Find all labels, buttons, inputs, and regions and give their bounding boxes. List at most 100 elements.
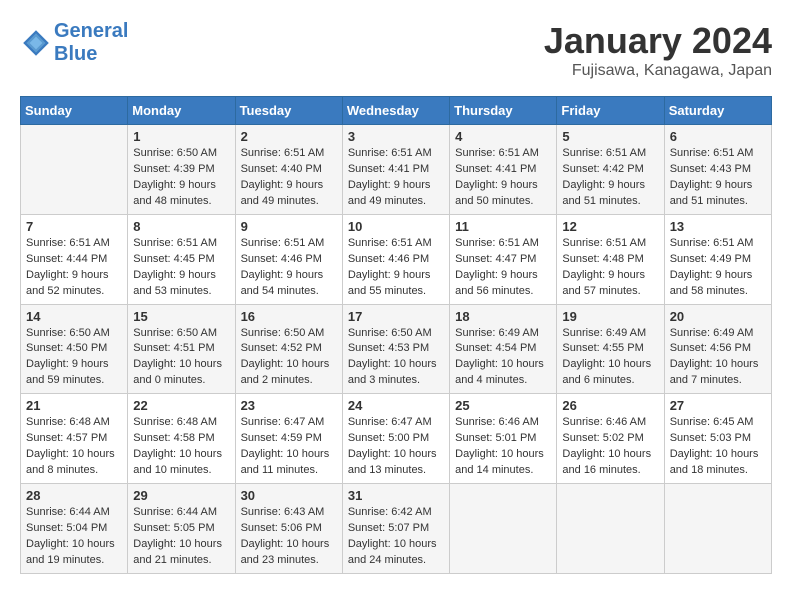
day-info: Sunrise: 6:50 AMSunset: 4:39 PMDaylight:…	[133, 146, 229, 210]
calendar-cell: 9Sunrise: 6:51 AMSunset: 4:46 PMDaylight…	[235, 214, 342, 304]
day-number: 6	[670, 129, 766, 144]
calendar-cell: 7 Sunrise: 6:51 AMSunset: 4:44 PMDaylight…	[21, 214, 128, 304]
day-number: 16	[241, 309, 337, 324]
day-info: Sunrise: 6:51 AMSunset: 4:44 PMDaylight:…	[26, 236, 122, 300]
calendar-cell: 10 Sunrise: 6:51 AMSunset: 4:46 PMDayligh…	[342, 214, 449, 304]
day-number: 7	[26, 219, 122, 234]
day-info: Sunrise: 6:51 AMSunset: 4:45 PMDaylight:…	[133, 236, 229, 300]
day-info: Sunrise: 6:45 AMSunset: 5:03 PMDaylight:…	[670, 415, 766, 479]
day-info: Sunrise: 6:49 AMSunset: 4:55 PMDaylight:…	[562, 326, 658, 390]
calendar-cell: 6 Sunrise: 6:51 AMSunset: 4:43 PMDaylight…	[664, 125, 771, 215]
day-number: 8	[133, 219, 229, 234]
logo-text: General Blue	[54, 20, 128, 66]
calendar-cell: 17 Sunrise: 6:50 AMSunset: 4:53 PMDayligh…	[342, 304, 449, 394]
day-info: Sunrise: 6:44 AMSunset: 5:04 PMDaylight:…	[26, 505, 122, 569]
day-number: 31	[348, 488, 444, 503]
day-header-wednesday: Wednesday	[342, 97, 449, 125]
week-row-3: 14 Sunrise: 6:50 AMSunset: 4:50 PMDayligh…	[21, 304, 772, 394]
calendar-cell: 5Sunrise: 6:51 AMSunset: 4:42 PMDaylight…	[557, 125, 664, 215]
day-number: 13	[670, 219, 766, 234]
week-row-4: 21Sunrise: 6:48 AMSunset: 4:57 PMDayligh…	[21, 394, 772, 484]
calendar-cell: 24 Sunrise: 6:47 AMSunset: 5:00 PMDayligh…	[342, 394, 449, 484]
day-info: Sunrise: 6:44 AMSunset: 5:05 PMDaylight:…	[133, 505, 229, 569]
logo-icon	[20, 27, 52, 59]
day-number: 18	[455, 309, 551, 324]
calendar-cell: 21Sunrise: 6:48 AMSunset: 4:57 PMDayligh…	[21, 394, 128, 484]
day-info: Sunrise: 6:50 AMSunset: 4:51 PMDaylight:…	[133, 326, 229, 390]
day-number: 2	[241, 129, 337, 144]
calendar-cell: 30Sunrise: 6:43 AMSunset: 5:06 PMDayligh…	[235, 484, 342, 574]
calendar-cell: 14 Sunrise: 6:50 AMSunset: 4:50 PMDayligh…	[21, 304, 128, 394]
day-info: Sunrise: 6:51 AMSunset: 4:41 PMDaylight:…	[348, 146, 444, 210]
day-number: 23	[241, 398, 337, 413]
logo: General Blue	[20, 20, 128, 66]
location: Fujisawa, Kanagawa, Japan	[544, 62, 772, 80]
calendar-cell: 11Sunrise: 6:51 AMSunset: 4:47 PMDayligh…	[450, 214, 557, 304]
calendar-cell	[664, 484, 771, 574]
day-number: 19	[562, 309, 658, 324]
day-number: 1	[133, 129, 229, 144]
day-info: Sunrise: 6:51 AMSunset: 4:49 PMDaylight:…	[670, 236, 766, 300]
day-number: 12	[562, 219, 658, 234]
week-row-1: 1 Sunrise: 6:50 AMSunset: 4:39 PMDaylight…	[21, 125, 772, 215]
day-number: 10	[348, 219, 444, 234]
calendar-cell: 25 Sunrise: 6:46 AMSunset: 5:01 PMDayligh…	[450, 394, 557, 484]
day-info: Sunrise: 6:51 AMSunset: 4:47 PMDaylight:…	[455, 236, 551, 300]
calendar-cell: 15 Sunrise: 6:50 AMSunset: 4:51 PMDayligh…	[128, 304, 235, 394]
day-number: 4	[455, 129, 551, 144]
calendar-cell: 29 Sunrise: 6:44 AMSunset: 5:05 PMDayligh…	[128, 484, 235, 574]
calendar-cell: 20Sunrise: 6:49 AMSunset: 4:56 PMDayligh…	[664, 304, 771, 394]
calendar-cell: 22Sunrise: 6:48 AMSunset: 4:58 PMDayligh…	[128, 394, 235, 484]
day-number: 26	[562, 398, 658, 413]
day-info: Sunrise: 6:51 AMSunset: 4:42 PMDaylight:…	[562, 146, 658, 210]
calendar-cell: 2 Sunrise: 6:51 AMSunset: 4:40 PMDaylight…	[235, 125, 342, 215]
week-row-5: 28 Sunrise: 6:44 AMSunset: 5:04 PMDayligh…	[21, 484, 772, 574]
day-info: Sunrise: 6:46 AMSunset: 5:02 PMDaylight:…	[562, 415, 658, 479]
calendar-cell: 1 Sunrise: 6:50 AMSunset: 4:39 PMDaylight…	[128, 125, 235, 215]
day-header-sunday: Sunday	[21, 97, 128, 125]
day-number: 20	[670, 309, 766, 324]
days-header-row: SundayMondayTuesdayWednesdayThursdayFrid…	[21, 97, 772, 125]
day-info: Sunrise: 6:48 AMSunset: 4:57 PMDaylight:…	[26, 415, 122, 479]
day-number: 17	[348, 309, 444, 324]
day-info: Sunrise: 6:51 AMSunset: 4:46 PMDaylight:…	[348, 236, 444, 300]
day-header-friday: Friday	[557, 97, 664, 125]
day-number: 24	[348, 398, 444, 413]
day-number: 29	[133, 488, 229, 503]
day-info: Sunrise: 6:51 AMSunset: 4:40 PMDaylight:…	[241, 146, 337, 210]
day-number: 28	[26, 488, 122, 503]
calendar-cell: 18 Sunrise: 6:49 AMSunset: 4:54 PMDayligh…	[450, 304, 557, 394]
calendar-cell: 23 Sunrise: 6:47 AMSunset: 4:59 PMDayligh…	[235, 394, 342, 484]
day-info: Sunrise: 6:51 AMSunset: 4:43 PMDaylight:…	[670, 146, 766, 210]
day-info: Sunrise: 6:42 AMSunset: 5:07 PMDaylight:…	[348, 505, 444, 569]
title-block: January 2024 Fujisawa, Kanagawa, Japan	[544, 20, 772, 80]
day-header-monday: Monday	[128, 97, 235, 125]
day-info: Sunrise: 6:46 AMSunset: 5:01 PMDaylight:…	[455, 415, 551, 479]
day-header-tuesday: Tuesday	[235, 97, 342, 125]
day-number: 14	[26, 309, 122, 324]
calendar-cell: 19 Sunrise: 6:49 AMSunset: 4:55 PMDayligh…	[557, 304, 664, 394]
calendar-cell: 4 Sunrise: 6:51 AMSunset: 4:41 PMDaylight…	[450, 125, 557, 215]
day-number: 30	[241, 488, 337, 503]
day-number: 9	[241, 219, 337, 234]
day-number: 15	[133, 309, 229, 324]
day-header-thursday: Thursday	[450, 97, 557, 125]
day-info: Sunrise: 6:50 AMSunset: 4:53 PMDaylight:…	[348, 326, 444, 390]
day-number: 3	[348, 129, 444, 144]
day-info: Sunrise: 6:50 AMSunset: 4:50 PMDaylight:…	[26, 326, 122, 390]
day-info: Sunrise: 6:47 AMSunset: 4:59 PMDaylight:…	[241, 415, 337, 479]
day-number: 25	[455, 398, 551, 413]
day-info: Sunrise: 6:48 AMSunset: 4:58 PMDaylight:…	[133, 415, 229, 479]
calendar-cell	[21, 125, 128, 215]
month-title: January 2024	[544, 20, 772, 62]
day-header-saturday: Saturday	[664, 97, 771, 125]
day-info: Sunrise: 6:51 AMSunset: 4:41 PMDaylight:…	[455, 146, 551, 210]
calendar-cell	[450, 484, 557, 574]
page-header: General Blue January 2024 Fujisawa, Kana…	[20, 20, 772, 80]
calendar-cell: 28 Sunrise: 6:44 AMSunset: 5:04 PMDayligh…	[21, 484, 128, 574]
calendar-cell: 12Sunrise: 6:51 AMSunset: 4:48 PMDayligh…	[557, 214, 664, 304]
week-row-2: 7 Sunrise: 6:51 AMSunset: 4:44 PMDaylight…	[21, 214, 772, 304]
day-info: Sunrise: 6:47 AMSunset: 5:00 PMDaylight:…	[348, 415, 444, 479]
day-info: Sunrise: 6:49 AMSunset: 4:54 PMDaylight:…	[455, 326, 551, 390]
calendar-table: SundayMondayTuesdayWednesdayThursdayFrid…	[20, 96, 772, 574]
